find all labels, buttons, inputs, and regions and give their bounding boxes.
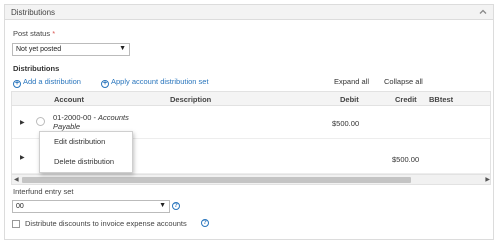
column-header-debit[interactable]: Debit <box>340 95 359 104</box>
scrollbar-thumb[interactable] <box>22 177 411 183</box>
post-status-label-text: Post status <box>13 29 51 38</box>
interfund-value: 00 <box>16 203 24 210</box>
add-distribution-link[interactable]: + Add a distribution <box>13 77 81 88</box>
question-circle-icon[interactable]: ? <box>201 219 209 227</box>
distribute-discounts-label: Distribute discounts to invoice expense … <box>25 219 187 228</box>
interfund-select[interactable]: 00 ▼ <box>12 200 170 213</box>
row-context-menu: Edit distribution Delete distribution <box>39 131 133 173</box>
column-header-credit[interactable]: Credit <box>395 95 417 104</box>
question-circle-icon[interactable]: ? <box>172 202 180 210</box>
account-code: 01-2000-00 - <box>53 113 99 122</box>
caret-right-icon[interactable]: ▶ <box>20 119 25 126</box>
column-header-description[interactable]: Description <box>170 95 211 104</box>
required-marker: * <box>52 29 56 38</box>
distributions-panel: Distributions Post status * Not yet post… <box>4 4 494 240</box>
dropdown-arrow-icon: ▼ <box>159 202 166 209</box>
debit-cell: $500.00 <box>332 119 360 128</box>
post-status-select[interactable]: Not yet posted ▼ <box>12 43 130 56</box>
account-cell: 01-2000-00 - Accounts Payable <box>53 113 143 131</box>
expand-all-link[interactable]: Expand all <box>334 77 369 86</box>
chevron-up-icon[interactable] <box>478 7 488 17</box>
dropdown-arrow-icon: ▼ <box>119 45 126 52</box>
post-status-label: Post status * <box>13 29 55 38</box>
page: Distributions Post status * Not yet post… <box>0 0 500 242</box>
edit-distribution-menu-item[interactable]: Edit distribution <box>40 132 132 152</box>
account-name: Accounts <box>98 113 129 122</box>
plus-circle-icon: + <box>13 80 21 88</box>
plus-circle-icon: + <box>101 80 109 88</box>
grid-header: Account Description Debit Credit BBtest <box>12 92 490 106</box>
add-distribution-label: Add a distribution <box>23 77 81 86</box>
panel-title: Distributions <box>11 8 56 17</box>
horizontal-scrollbar[interactable]: ◀ ▶ <box>12 174 490 184</box>
scroll-left-icon[interactable]: ◀ <box>14 176 19 183</box>
apply-distribution-set-label: Apply account distribution set <box>111 77 209 86</box>
scroll-right-icon[interactable]: ▶ <box>485 176 490 183</box>
account-name-continued: Payable <box>53 122 81 131</box>
distribute-discounts-checkbox[interactable] <box>12 220 20 228</box>
column-header-bbtest[interactable]: BBtest <box>429 95 453 104</box>
caret-right-icon[interactable]: ▶ <box>20 154 25 161</box>
interfund-label: Interfund entry set <box>13 187 74 196</box>
column-header-account[interactable]: Account <box>54 95 84 104</box>
panel-header: Distributions <box>5 5 493 20</box>
distributions-section-title: Distributions <box>13 64 60 73</box>
row-select-radio[interactable] <box>36 117 45 126</box>
credit-cell: $500.00 <box>392 155 420 164</box>
apply-distribution-set-link[interactable]: + Apply account distribution set <box>101 77 209 88</box>
delete-distribution-menu-item[interactable]: Delete distribution <box>40 152 132 172</box>
collapse-all-link[interactable]: Collapse all <box>384 77 423 86</box>
post-status-value: Not yet posted <box>16 46 62 53</box>
